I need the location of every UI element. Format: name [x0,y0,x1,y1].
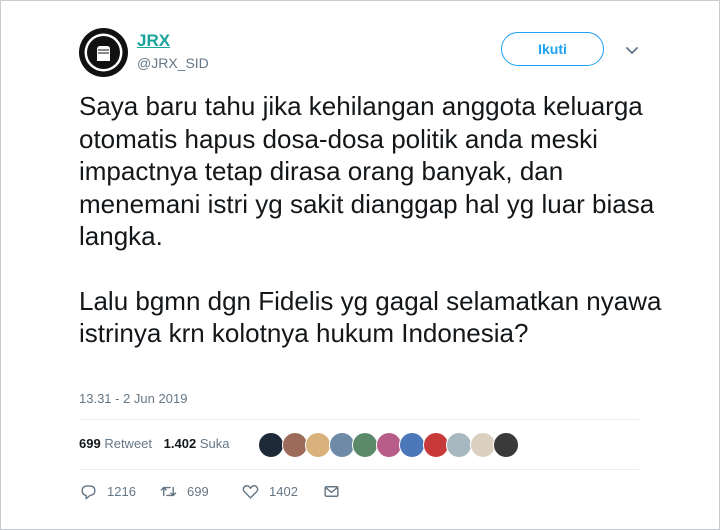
like-button[interactable]: 1402 [241,482,298,501]
liker-avatar[interactable] [399,432,425,458]
envelope-icon [324,486,339,497]
divider [79,419,639,420]
retweet-icon [160,486,177,497]
liker-avatar[interactable] [352,432,378,458]
like-stat-count: 1.402 [163,436,197,451]
author-display-name[interactable]: JRX [137,31,170,51]
liker-avatar[interactable] [446,432,472,458]
liker-avatar[interactable] [305,432,331,458]
more-options-button[interactable] [622,40,642,60]
liker-avatar[interactable] [422,432,449,458]
divider [79,469,639,470]
tweet-timestamp[interactable]: 13.31 - 2 Jun 2019 [79,391,187,406]
tweet-paragraph: Saya baru tahu jika kehilangan anggota k… [79,91,655,251]
retweet-stat-label: Retweet [104,436,153,451]
retweet-button[interactable]: 699 [159,482,209,501]
fist-logo-icon [79,28,128,77]
heart-icon [242,485,259,499]
liker-avatar[interactable] [375,432,402,458]
reply-count: 1216 [107,484,136,499]
tweet-text: Saya baru tahu jika kehilangan anggota k… [79,90,679,350]
reply-icon [81,485,96,500]
author-avatar[interactable] [79,28,128,77]
follow-button[interactable]: Ikuti [501,32,604,66]
liker-avatar[interactable] [469,432,496,458]
retweet-stat-count: 699 [79,436,101,451]
like-stat-label: Suka [199,436,230,451]
chevron-down-icon [626,47,638,54]
tweet-paragraph: Lalu bgmn dgn Fidelis yg gagal selamatka… [79,285,662,349]
direct-message-button[interactable] [322,482,341,501]
liker-avatar[interactable] [493,432,519,458]
reply-button[interactable]: 1216 [79,482,136,501]
liker-avatar[interactable] [258,432,284,458]
like-action-count: 1402 [269,484,298,499]
author-handle[interactable]: @JRX_SID [137,55,209,71]
tweet-stats: 699 Retweet 1.402 Suka [79,436,237,451]
like-stat[interactable]: 1.402 Suka [164,436,230,451]
retweet-stat[interactable]: 699 Retweet [79,436,152,451]
liker-avatar[interactable] [328,432,355,458]
retweet-action-count: 699 [187,484,209,499]
liker-avatar[interactable] [281,432,308,458]
